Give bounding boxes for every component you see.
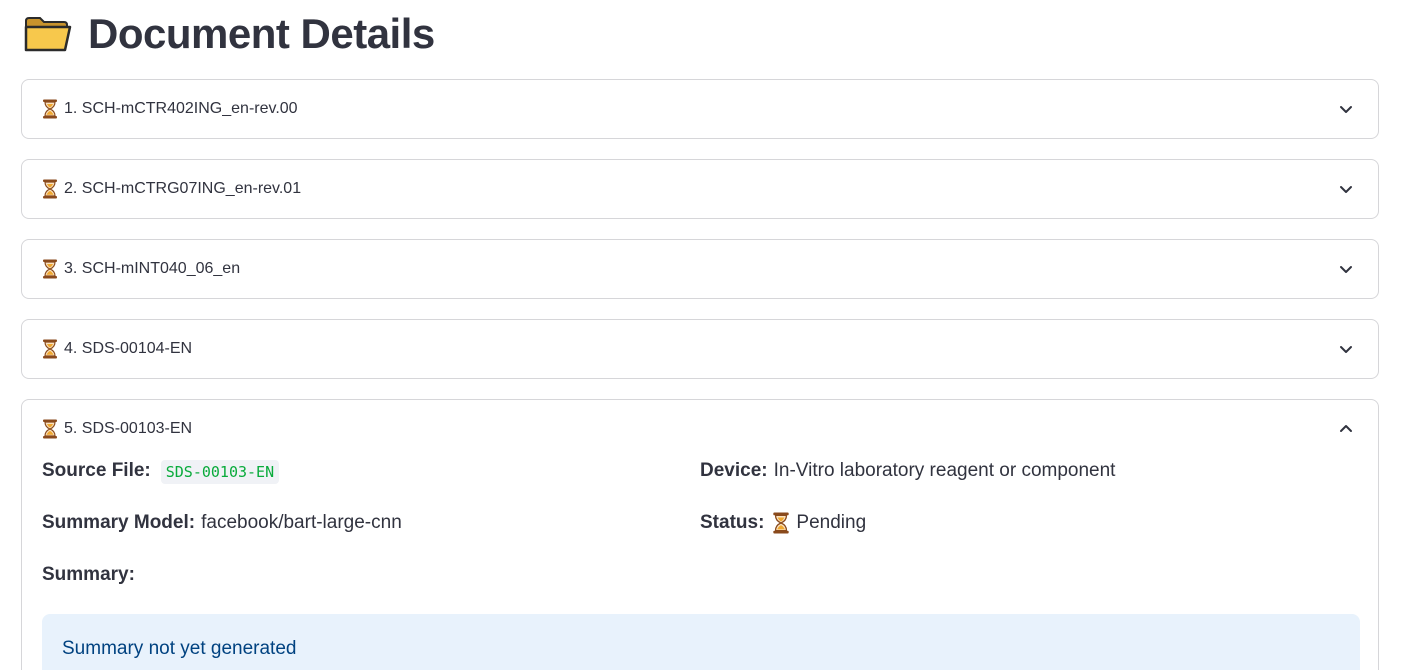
chevron-down-icon[interactable] [1338, 101, 1354, 117]
document-expander-5[interactable]: 5. SDS-00103-EN Source File: SDS-00103-E… [21, 399, 1379, 670]
hourglass-icon [772, 512, 790, 534]
detail-column-left: Source File: SDS-00103-EN Summary Model:… [42, 458, 700, 614]
device-field: Device: In-Vitro laboratory reagent or c… [700, 458, 1358, 510]
device-value: In-Vitro laboratory reagent or component [773, 460, 1116, 481]
page-header: Document Details [24, 8, 435, 60]
expander-label: 4. SDS-00104-EN [64, 340, 193, 357]
hourglass-icon [42, 339, 58, 359]
status-value: Pending [796, 512, 867, 533]
chevron-down-icon[interactable] [1338, 181, 1354, 197]
hourglass-icon [42, 419, 58, 439]
detail-grid: Source File: SDS-00103-EN Summary Model:… [42, 458, 1358, 614]
document-expander-4[interactable]: 4. SDS-00104-EN [21, 319, 1379, 379]
expander-header[interactable]: 4. SDS-00104-EN [22, 320, 1378, 378]
summary-field: Summary: [42, 562, 700, 614]
expander-header[interactable]: 2. SCH-mCTRG07ING_en-rev.01 [22, 160, 1378, 218]
document-expander-3[interactable]: 3. SCH-mINT040_06_en [21, 239, 1379, 299]
summary-label: Summary: [42, 564, 135, 585]
hourglass-icon [42, 179, 58, 199]
source-file-code: SDS-00103-EN [160, 460, 280, 484]
detail-column-right: Device: In-Vitro laboratory reagent or c… [700, 458, 1358, 614]
chevron-up-icon[interactable] [1338, 421, 1354, 437]
expander-body: Source File: SDS-00103-EN Summary Model:… [22, 458, 1378, 614]
folder-icon [24, 15, 72, 53]
source-file-label: Source File: [42, 460, 151, 481]
summary-model-label: Summary Model: [42, 512, 196, 533]
source-file-field: Source File: SDS-00103-EN [42, 458, 700, 510]
expander-header[interactable]: 5. SDS-00103-EN [22, 400, 1378, 458]
status-field: Status: Pending [700, 510, 1358, 562]
chevron-down-icon[interactable] [1338, 341, 1354, 357]
chevron-down-icon[interactable] [1338, 261, 1354, 277]
expander-header[interactable]: 3. SCH-mINT040_06_en [22, 240, 1378, 298]
summary-model-value: facebook/bart-large-cnn [201, 512, 402, 533]
document-expander-1[interactable]: 1. SCH-mCTR402ING_en-rev.00 [21, 79, 1379, 139]
page: Document Details 1. SCH-mCTR402ING_en-re… [0, 0, 1420, 670]
expander-label: 1. SCH-mCTR402ING_en-rev.00 [64, 100, 298, 117]
hourglass-icon [42, 259, 58, 279]
expander-header[interactable]: 1. SCH-mCTR402ING_en-rev.00 [22, 80, 1378, 138]
device-label: Device: [700, 460, 768, 481]
document-expander-2[interactable]: 2. SCH-mCTRG07ING_en-rev.01 [21, 159, 1379, 219]
expander-label: 3. SCH-mINT040_06_en [64, 260, 241, 277]
summary-info-text: Summary not yet generated [62, 638, 297, 659]
summary-model-field: Summary Model: facebook/bart-large-cnn [42, 510, 700, 562]
expander-label: 5. SDS-00103-EN [64, 420, 193, 437]
hourglass-icon [42, 99, 58, 119]
page-title: Document Details [88, 10, 435, 57]
status-label: Status: [700, 512, 765, 533]
expander-label: 2. SCH-mCTRG07ING_en-rev.01 [64, 180, 302, 197]
summary-info-box: Summary not yet generated [42, 614, 1360, 670]
